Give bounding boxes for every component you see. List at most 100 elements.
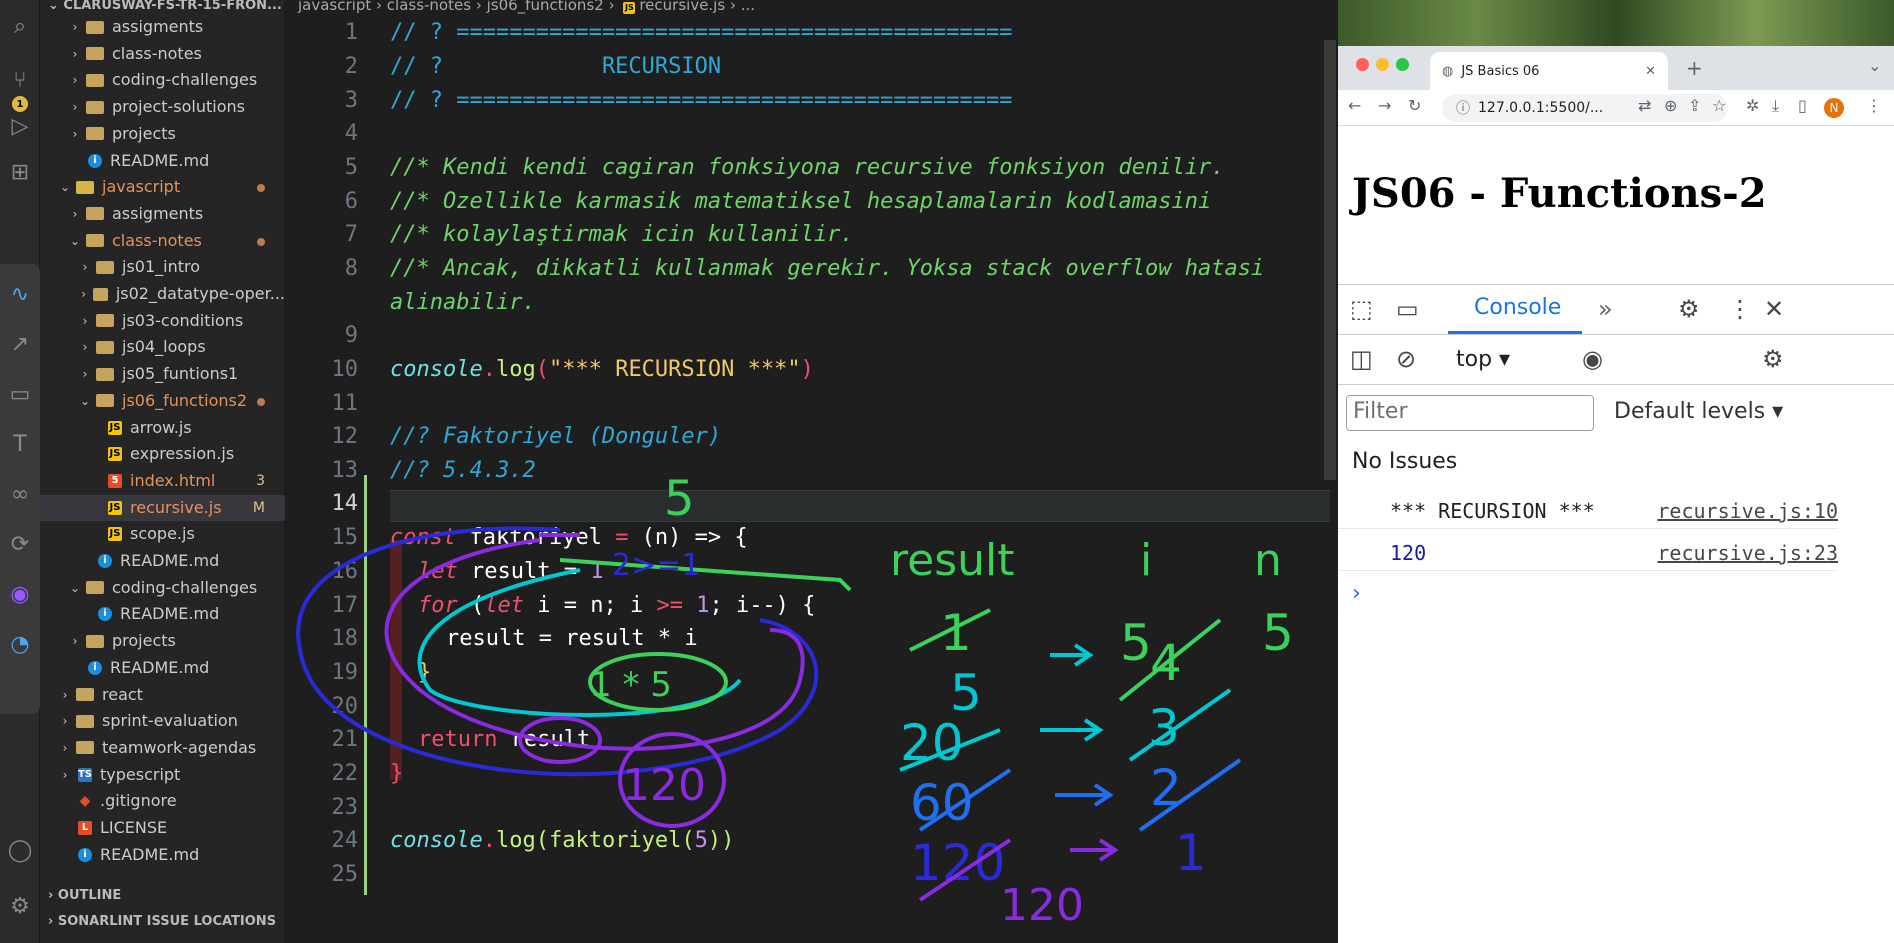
minimize-window-button[interactable]	[1376, 58, 1389, 71]
tree-item[interactable]: 5 index.html 3	[40, 468, 285, 494]
breadcrumb-item[interactable]: js06_functions2	[487, 0, 604, 14]
log-source-link[interactable]: recursive.js:23	[1657, 541, 1838, 565]
line-number: 10	[331, 357, 359, 382]
git-added-marker	[364, 475, 367, 895]
tree-item[interactable]: ⌄ coding-challenges	[40, 575, 285, 601]
tree-item[interactable]: › project-solutions	[40, 94, 285, 120]
close-tab-icon[interactable]: ✕	[1645, 64, 1656, 79]
zoom-icon[interactable]: ⊕	[1664, 96, 1677, 115]
tree-item[interactable]: L LICENSE	[40, 815, 285, 841]
arrow-icon[interactable]: ↗	[0, 324, 40, 364]
outline-section[interactable]: › OUTLINE	[48, 888, 121, 903]
breadcrumb-item[interactable]: class-notes	[387, 0, 471, 14]
breadcrumb-item[interactable]: recursive.js	[639, 0, 725, 14]
tree-item[interactable]: i README.md	[40, 655, 285, 681]
tree-item[interactable]: › sprint-evaluation	[40, 708, 285, 734]
browser-tab[interactable]: ◍ JS Basics 06 ✕	[1430, 52, 1668, 90]
tree-item[interactable]: › js04_loops	[40, 334, 285, 360]
folder-icon	[76, 180, 94, 194]
code-editor[interactable]: javascript › class-notes › js06_function…	[286, 0, 1338, 943]
sidebar-toggle-icon[interactable]: ◫	[1350, 345, 1373, 373]
account-icon[interactable]: ◯	[0, 830, 40, 870]
search-icon[interactable]: ⌕	[0, 6, 40, 46]
tree-item[interactable]: › js02_datatype-oper...	[40, 281, 285, 307]
tree-item[interactable]: › assigments	[40, 201, 285, 227]
devtools-settings-icon[interactable]: ⚙	[1678, 295, 1700, 323]
tree-item[interactable]: i README.md	[40, 148, 285, 174]
console-filter-input[interactable]: Filter	[1346, 395, 1594, 431]
tree-item[interactable]: › TS typescript	[40, 762, 285, 788]
link-icon[interactable]: ∞	[0, 474, 40, 514]
breadcrumb-item[interactable]: ...	[741, 0, 755, 14]
close-devtools-icon[interactable]: ✕	[1764, 295, 1784, 323]
run-debug-icon[interactable]: ▷	[0, 106, 40, 146]
tab-search-icon[interactable]: ⌄	[1868, 56, 1881, 75]
tree-item[interactable]: JS expression.js	[40, 441, 285, 467]
new-tab-icon[interactable]: +	[1686, 56, 1703, 80]
tree-item[interactable]: i README.md	[40, 842, 285, 868]
close-window-button[interactable]	[1356, 58, 1369, 71]
text-icon[interactable]: T	[0, 424, 40, 464]
download-icon[interactable]: ⤓	[1772, 96, 1779, 116]
log-levels-dropdown[interactable]: Default levels ▾	[1614, 399, 1783, 424]
settings-gear-icon[interactable]: ⚙	[0, 886, 40, 926]
share-icon[interactable]: ⇪	[1688, 96, 1701, 115]
tree-item[interactable]: › js03-conditions	[40, 308, 285, 334]
tree-item[interactable]: › assigments	[40, 14, 285, 40]
console-settings-icon[interactable]: ⚙	[1762, 345, 1784, 373]
redo-icon[interactable]: ⟳	[0, 524, 40, 564]
more-menu-icon[interactable]: ⋮	[1866, 96, 1882, 115]
pen-icon[interactable]: ∿	[0, 274, 40, 314]
reload-icon[interactable]: ↻	[1408, 96, 1421, 115]
back-icon[interactable]: ←	[1348, 96, 1361, 115]
tree-item[interactable]: i README.md	[40, 548, 285, 574]
tree-item-label: arrow.js	[130, 417, 192, 437]
tree-item[interactable]: › js05_funtions1	[40, 361, 285, 387]
tab-console[interactable]: Console	[1474, 295, 1561, 320]
code-line: //* Ancak, dikkatli kullanmak gerekir. Y…	[390, 256, 1265, 281]
timer-icon[interactable]: ◔	[0, 624, 40, 664]
tree-item[interactable]: › projects	[40, 628, 285, 654]
tree-item[interactable]: ⌄ javascript	[40, 174, 285, 200]
translate-icon[interactable]: ⇄	[1638, 96, 1651, 115]
tree-item[interactable]: JS arrow.js	[40, 415, 285, 441]
log-source-link[interactable]: recursive.js:10	[1657, 499, 1838, 523]
address-bar[interactable]: ⓘ 127.0.0.1:5500/...	[1442, 94, 1728, 122]
sonarlint-section[interactable]: › SONARLINT ISSUE LOCATIONS	[48, 914, 276, 929]
site-info-icon[interactable]: ⓘ	[1456, 98, 1470, 118]
clear-console-icon[interactable]: ⊘	[1396, 345, 1416, 373]
tree-item[interactable]: › teamwork-agendas	[40, 735, 285, 761]
profile-avatar[interactable]: N	[1824, 98, 1844, 118]
tree-item[interactable]: › js01_intro	[40, 254, 285, 280]
more-tabs-icon[interactable]: »	[1598, 295, 1613, 323]
source-control-icon[interactable]: ⑂	[0, 60, 40, 100]
tree-item[interactable]: › class-notes	[40, 41, 285, 67]
tree-item[interactable]: › projects	[40, 121, 285, 147]
context-selector[interactable]: top ▾	[1456, 347, 1510, 372]
inspect-element-icon[interactable]: ⬚	[1350, 295, 1373, 323]
device-toolbar-icon[interactable]: ▭	[1396, 295, 1419, 323]
tree-item[interactable]: JS recursive.js M	[40, 494, 285, 521]
scrollbar[interactable]	[1324, 40, 1336, 480]
side-panel-icon[interactable]: ▯	[1798, 96, 1807, 115]
live-expression-eye-icon[interactable]: ◉	[1582, 345, 1603, 373]
tree-item[interactable]: i README.md	[40, 601, 285, 627]
tree-item[interactable]: › coding-challenges	[40, 67, 285, 93]
extensions-puzzle-icon[interactable]: ✲	[1746, 96, 1759, 115]
console-prompt-icon[interactable]: ›	[1352, 581, 1361, 606]
tree-item[interactable]: JS scope.js	[40, 521, 285, 547]
forward-icon[interactable]: →	[1378, 96, 1391, 115]
tree-item-label: README.md	[120, 604, 220, 624]
devtools-menu-icon[interactable]: ⋮	[1728, 295, 1752, 323]
maximize-window-button[interactable]	[1396, 58, 1409, 71]
bookmark-star-icon[interactable]: ☆	[1712, 96, 1726, 115]
extensions-icon[interactable]: ⊞	[0, 152, 40, 192]
tree-item[interactable]: ⌄ js06_functions2	[40, 388, 285, 414]
breadcrumb-item[interactable]: javascript	[298, 0, 371, 14]
rectangle-icon[interactable]: ▭	[0, 374, 40, 414]
tree-item[interactable]: ◆ .gitignore	[40, 788, 285, 814]
line-number: 9	[344, 323, 358, 348]
record-icon[interactable]: ◉	[0, 574, 40, 614]
tree-item[interactable]: › react	[40, 682, 285, 708]
tree-item[interactable]: ⌄ class-notes	[40, 228, 285, 254]
